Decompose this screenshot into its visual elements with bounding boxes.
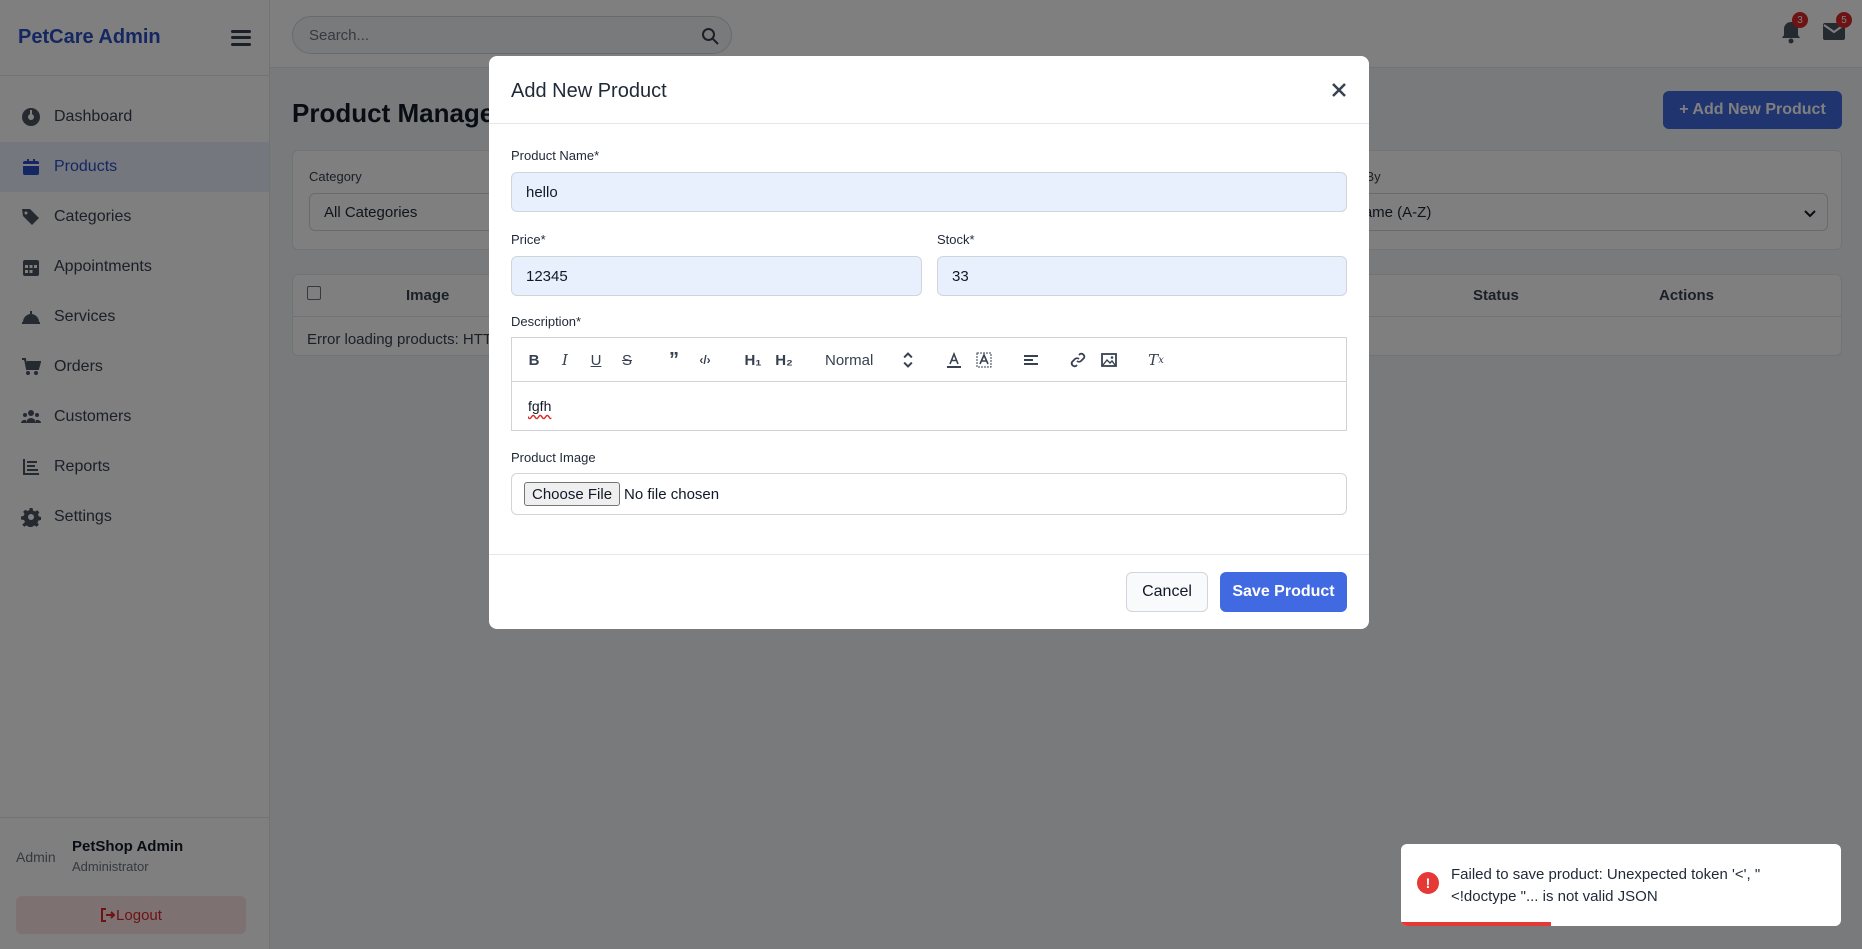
clear-format-icon[interactable]: Tx [1146,350,1166,370]
heading-1-icon[interactable]: H₁ [742,350,764,370]
price-label: Price* [511,232,546,247]
description-label: Description* [511,314,582,329]
toast-message: Failed to save product: Unexpected token… [1451,866,1761,905]
editor-content[interactable]: fgfh [512,382,1346,430]
save-product-button[interactable]: Save Product [1220,572,1347,612]
italic-icon[interactable]: I [555,350,575,370]
price-field[interactable]: 12345 [511,256,922,296]
heading-format-value: Normal [825,351,874,369]
close-icon[interactable] [1331,82,1347,98]
heading-format-select[interactable]: Normal [825,350,917,370]
background-color-icon[interactable] [974,350,994,370]
choose-file-button[interactable]: Choose File [524,482,621,506]
product-image-input[interactable]: Choose File No file chosen [511,473,1347,515]
no-file-text: No file chosen [624,485,720,503]
add-product-modal: Add New Product Product Name* hello Pric… [489,56,1369,629]
editor-text: fgfh [528,398,552,414]
toast-progress-bar [1401,922,1551,926]
blockquote-icon[interactable]: ” [664,349,684,371]
code-block-icon[interactable]: ‹/› [695,350,715,370]
cancel-button[interactable]: Cancel [1126,572,1208,612]
modal-footer: Cancel Save Product [489,554,1369,629]
underline-icon[interactable]: U [586,350,606,370]
strikethrough-icon[interactable]: S [617,350,637,370]
error-toast[interactable]: ! Failed to save product: Unexpected tok… [1401,844,1841,926]
text-color-icon[interactable] [944,350,964,370]
heading-2-icon[interactable]: H₂ [773,350,795,370]
bold-icon[interactable]: B [524,350,544,370]
stock-label: Stock* [937,232,975,247]
description-editor: B I U S ” ‹/› H₁ H₂ Normal Tx fgfh [511,337,1347,431]
editor-toolbar: B I U S ” ‹/› H₁ H₂ Normal Tx [512,338,1346,382]
error-icon: ! [1417,872,1439,894]
select-arrows-icon [903,352,913,368]
align-icon[interactable] [1021,350,1041,370]
stock-field[interactable]: 33 [937,256,1347,296]
link-icon[interactable] [1068,350,1088,370]
modal-title: Add New Product [511,80,667,102]
product-name-label: Product Name* [511,148,600,163]
modal-header: Add New Product [489,56,1369,124]
product-name-field[interactable]: hello [511,172,1347,212]
product-image-label: Product Image [511,450,596,465]
image-icon[interactable] [1099,350,1119,370]
